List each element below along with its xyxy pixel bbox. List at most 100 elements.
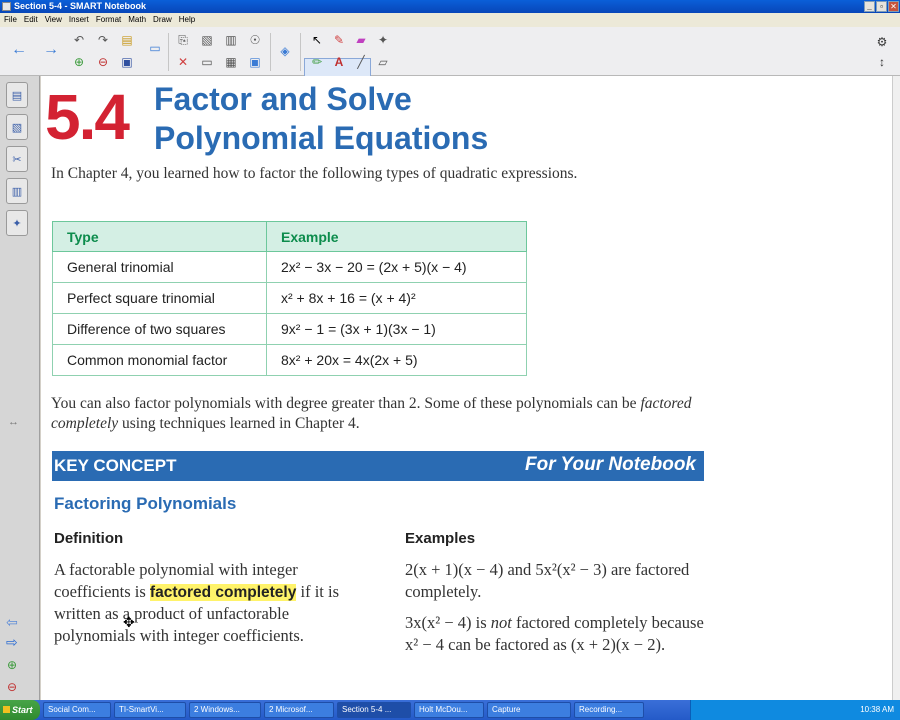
attachments-icon[interactable]: ✂ <box>6 146 28 172</box>
title-bar: Section 5-4 - SMART Notebook _ ▫ ✕ <box>0 0 900 13</box>
screen-tool-icon[interactable]: ▭ <box>198 53 216 71</box>
table-cell-example: 9x² − 1 = (3x + 1)(3x − 1) <box>266 313 527 345</box>
menu-help[interactable]: Help <box>177 13 200 27</box>
definition-heading: Definition <box>54 530 124 547</box>
creative-pen-icon[interactable]: ✎ <box>330 31 348 49</box>
add-page-icon[interactable]: ⊕ <box>7 658 17 672</box>
page-title: Factor and Solve Polynomial Equations <box>154 80 488 158</box>
task-recording[interactable]: Recording... <box>574 702 644 718</box>
paste-icon[interactable]: ⎘ <box>174 31 192 49</box>
redo-icon[interactable]: ↷ <box>94 31 112 49</box>
menu-bar: File Edit View Insert Format Math Draw H… <box>0 13 900 27</box>
task-section-5-4[interactable]: Section 5-4 ... <box>337 702 411 718</box>
toolbar: ← → ↶ ↷ ▤ ⊕ ⊖ ▣ ▭ ⎘ ▧ ▥ ☉ ✕ ▭ ▦ ▣ ◈ ↖ ✎ … <box>0 27 900 100</box>
table-icon[interactable]: ▦ <box>222 53 240 71</box>
properties-icon[interactable]: ▥ <box>6 178 28 204</box>
title-line-2: Polynomial Equations <box>154 120 489 156</box>
smart-notebook-icon <box>2 2 11 11</box>
table-header-example: Example <box>266 221 527 252</box>
minimize-button[interactable]: _ <box>864 1 875 12</box>
screen-capture-icon[interactable]: ▧ <box>198 31 216 49</box>
degree-paragraph-a: You can also factor polynomials with deg… <box>51 395 641 412</box>
restore-button[interactable]: ▫ <box>876 1 887 12</box>
table-cell-example: 2x² − 3x − 20 = (2x + 5)(x − 4) <box>266 251 527 283</box>
system-tray: 10:38 AM <box>690 700 900 720</box>
gallery-icon[interactable]: ▧ <box>6 114 28 140</box>
task-microsoft-word[interactable]: 2 Microsof... <box>264 702 334 718</box>
delete-icon[interactable]: ✕ <box>174 53 192 71</box>
task-ti-smartview[interactable]: TI-SmartVi... <box>114 702 186 718</box>
panel-next-icon[interactable]: ⇨ <box>6 634 18 651</box>
menu-insert[interactable]: Insert <box>67 13 94 27</box>
table-header-type: Type <box>52 221 267 252</box>
vertical-scrollbar[interactable] <box>892 76 900 700</box>
previous-page-icon[interactable]: ← <box>10 41 28 59</box>
key-concept-label: KEY CONCEPT <box>54 456 177 475</box>
task-windows-explorer[interactable]: 2 Windows... <box>189 702 261 718</box>
section-heading: Factoring Polynomials <box>54 494 237 513</box>
example-2-a: 3x(x² − 4) is <box>405 613 491 632</box>
resize-handle-icon[interactable]: ↔ <box>8 416 19 428</box>
save-icon[interactable]: ▣ <box>118 53 136 71</box>
degree-paragraph: You can also factor polynomials with deg… <box>51 394 701 434</box>
example-2: 3x(x² − 4) is not factored completely be… <box>405 612 715 655</box>
close-button[interactable]: ✕ <box>888 1 899 12</box>
title-line-1: Factor and Solve <box>154 81 412 117</box>
task-social-com[interactable]: Social Com... <box>43 702 111 718</box>
magic-pen-icon[interactable]: ✦ <box>374 31 392 49</box>
side-panel: ▤ ▧ ✂ ▥ ✦ ↔ ⇦ ⇨ ⊕ ⊖ <box>0 76 40 700</box>
full-screen-icon[interactable]: ▣ <box>246 53 264 71</box>
task-holt-mcdougal[interactable]: Holt McDou... <box>414 702 484 718</box>
menu-draw[interactable]: Draw <box>151 13 177 27</box>
table-row: Difference of two squares 9x² − 1 = (3x … <box>52 313 527 345</box>
fill-tool-icon[interactable]: ▱ <box>374 53 392 71</box>
menu-format[interactable]: Format <box>94 13 126 27</box>
notebook-page[interactable]: 5.4 Factor and Solve Polynomial Equation… <box>41 76 892 700</box>
highlighted-term: factored completely <box>149 583 297 601</box>
screen-shade-icon[interactable]: ▥ <box>222 31 240 49</box>
page-sorter-icon[interactable]: ▤ <box>6 82 28 108</box>
table-cell-type: Difference of two squares <box>52 313 267 345</box>
addons-icon[interactable]: ✦ <box>6 210 28 236</box>
clock[interactable]: 10:38 AM <box>860 705 894 714</box>
menu-file[interactable]: File <box>2 13 22 27</box>
fit-page-icon[interactable]: ◈ <box>276 42 294 60</box>
task-capture[interactable]: Capture <box>487 702 571 718</box>
chapter-number: 5.4 <box>45 81 130 153</box>
definition-text: A factorable polynomial with integer coe… <box>54 559 374 646</box>
table-cell-type: General trinomial <box>52 251 267 283</box>
gear-icon[interactable]: ⚙ <box>873 33 891 51</box>
examples-heading: Examples <box>405 530 476 547</box>
delete-page-icon[interactable]: ⊖ <box>94 53 112 71</box>
table-header-row: Type Example <box>52 221 527 252</box>
line-tool-icon[interactable]: ╱ <box>352 53 370 71</box>
menu-math[interactable]: Math <box>126 13 151 27</box>
factoring-table: Type Example General trinomial 2x² − 3x … <box>52 221 527 376</box>
table-row: Perfect square trinomial x² + 8x + 16 = … <box>52 282 527 314</box>
move-toolbar-icon[interactable]: ↕ <box>873 53 891 71</box>
undo-icon[interactable]: ↶ <box>70 31 88 49</box>
key-concept-banner: KEY CONCEPT For Your Notebook <box>52 451 704 481</box>
degree-paragraph-b: using techniques learned in Chapter 4. <box>118 415 360 432</box>
next-page-icon[interactable]: → <box>42 41 60 59</box>
taskbar: Start Social Com... TI-SmartVi... 2 Wind… <box>0 700 900 720</box>
menu-view[interactable]: View <box>43 13 67 27</box>
select-pointer-icon[interactable]: ↖ <box>308 31 326 49</box>
for-your-notebook-label: For Your Notebook <box>525 454 696 475</box>
table-row: General trinomial 2x² − 3x − 20 = (2x + … <box>52 251 527 283</box>
pens-icon[interactable]: ✏ <box>308 53 326 71</box>
capture-toolbar-icon[interactable]: ☉ <box>246 31 264 49</box>
example-1: 2(x + 1)(x − 4) and 5x²(x² − 3) are fact… <box>405 560 690 601</box>
example-2-emphasis: not <box>490 613 512 632</box>
move-cursor-icon: ✥ <box>123 614 135 630</box>
delete-page-icon[interactable]: ⊖ <box>7 680 17 694</box>
start-button[interactable]: Start <box>0 700 40 720</box>
open-file-icon[interactable]: ▤ <box>118 31 136 49</box>
menu-edit[interactable]: Edit <box>22 13 43 27</box>
display-screen-icon[interactable]: ▭ <box>146 39 164 57</box>
text-tool-icon[interactable]: A <box>330 53 348 71</box>
eraser-icon[interactable]: ▰ <box>352 31 370 49</box>
panel-prev-icon[interactable]: ⇦ <box>6 614 18 631</box>
add-page-icon[interactable]: ⊕ <box>70 53 88 71</box>
table-cell-example: x² + 8x + 16 = (x + 4)² <box>266 282 527 314</box>
